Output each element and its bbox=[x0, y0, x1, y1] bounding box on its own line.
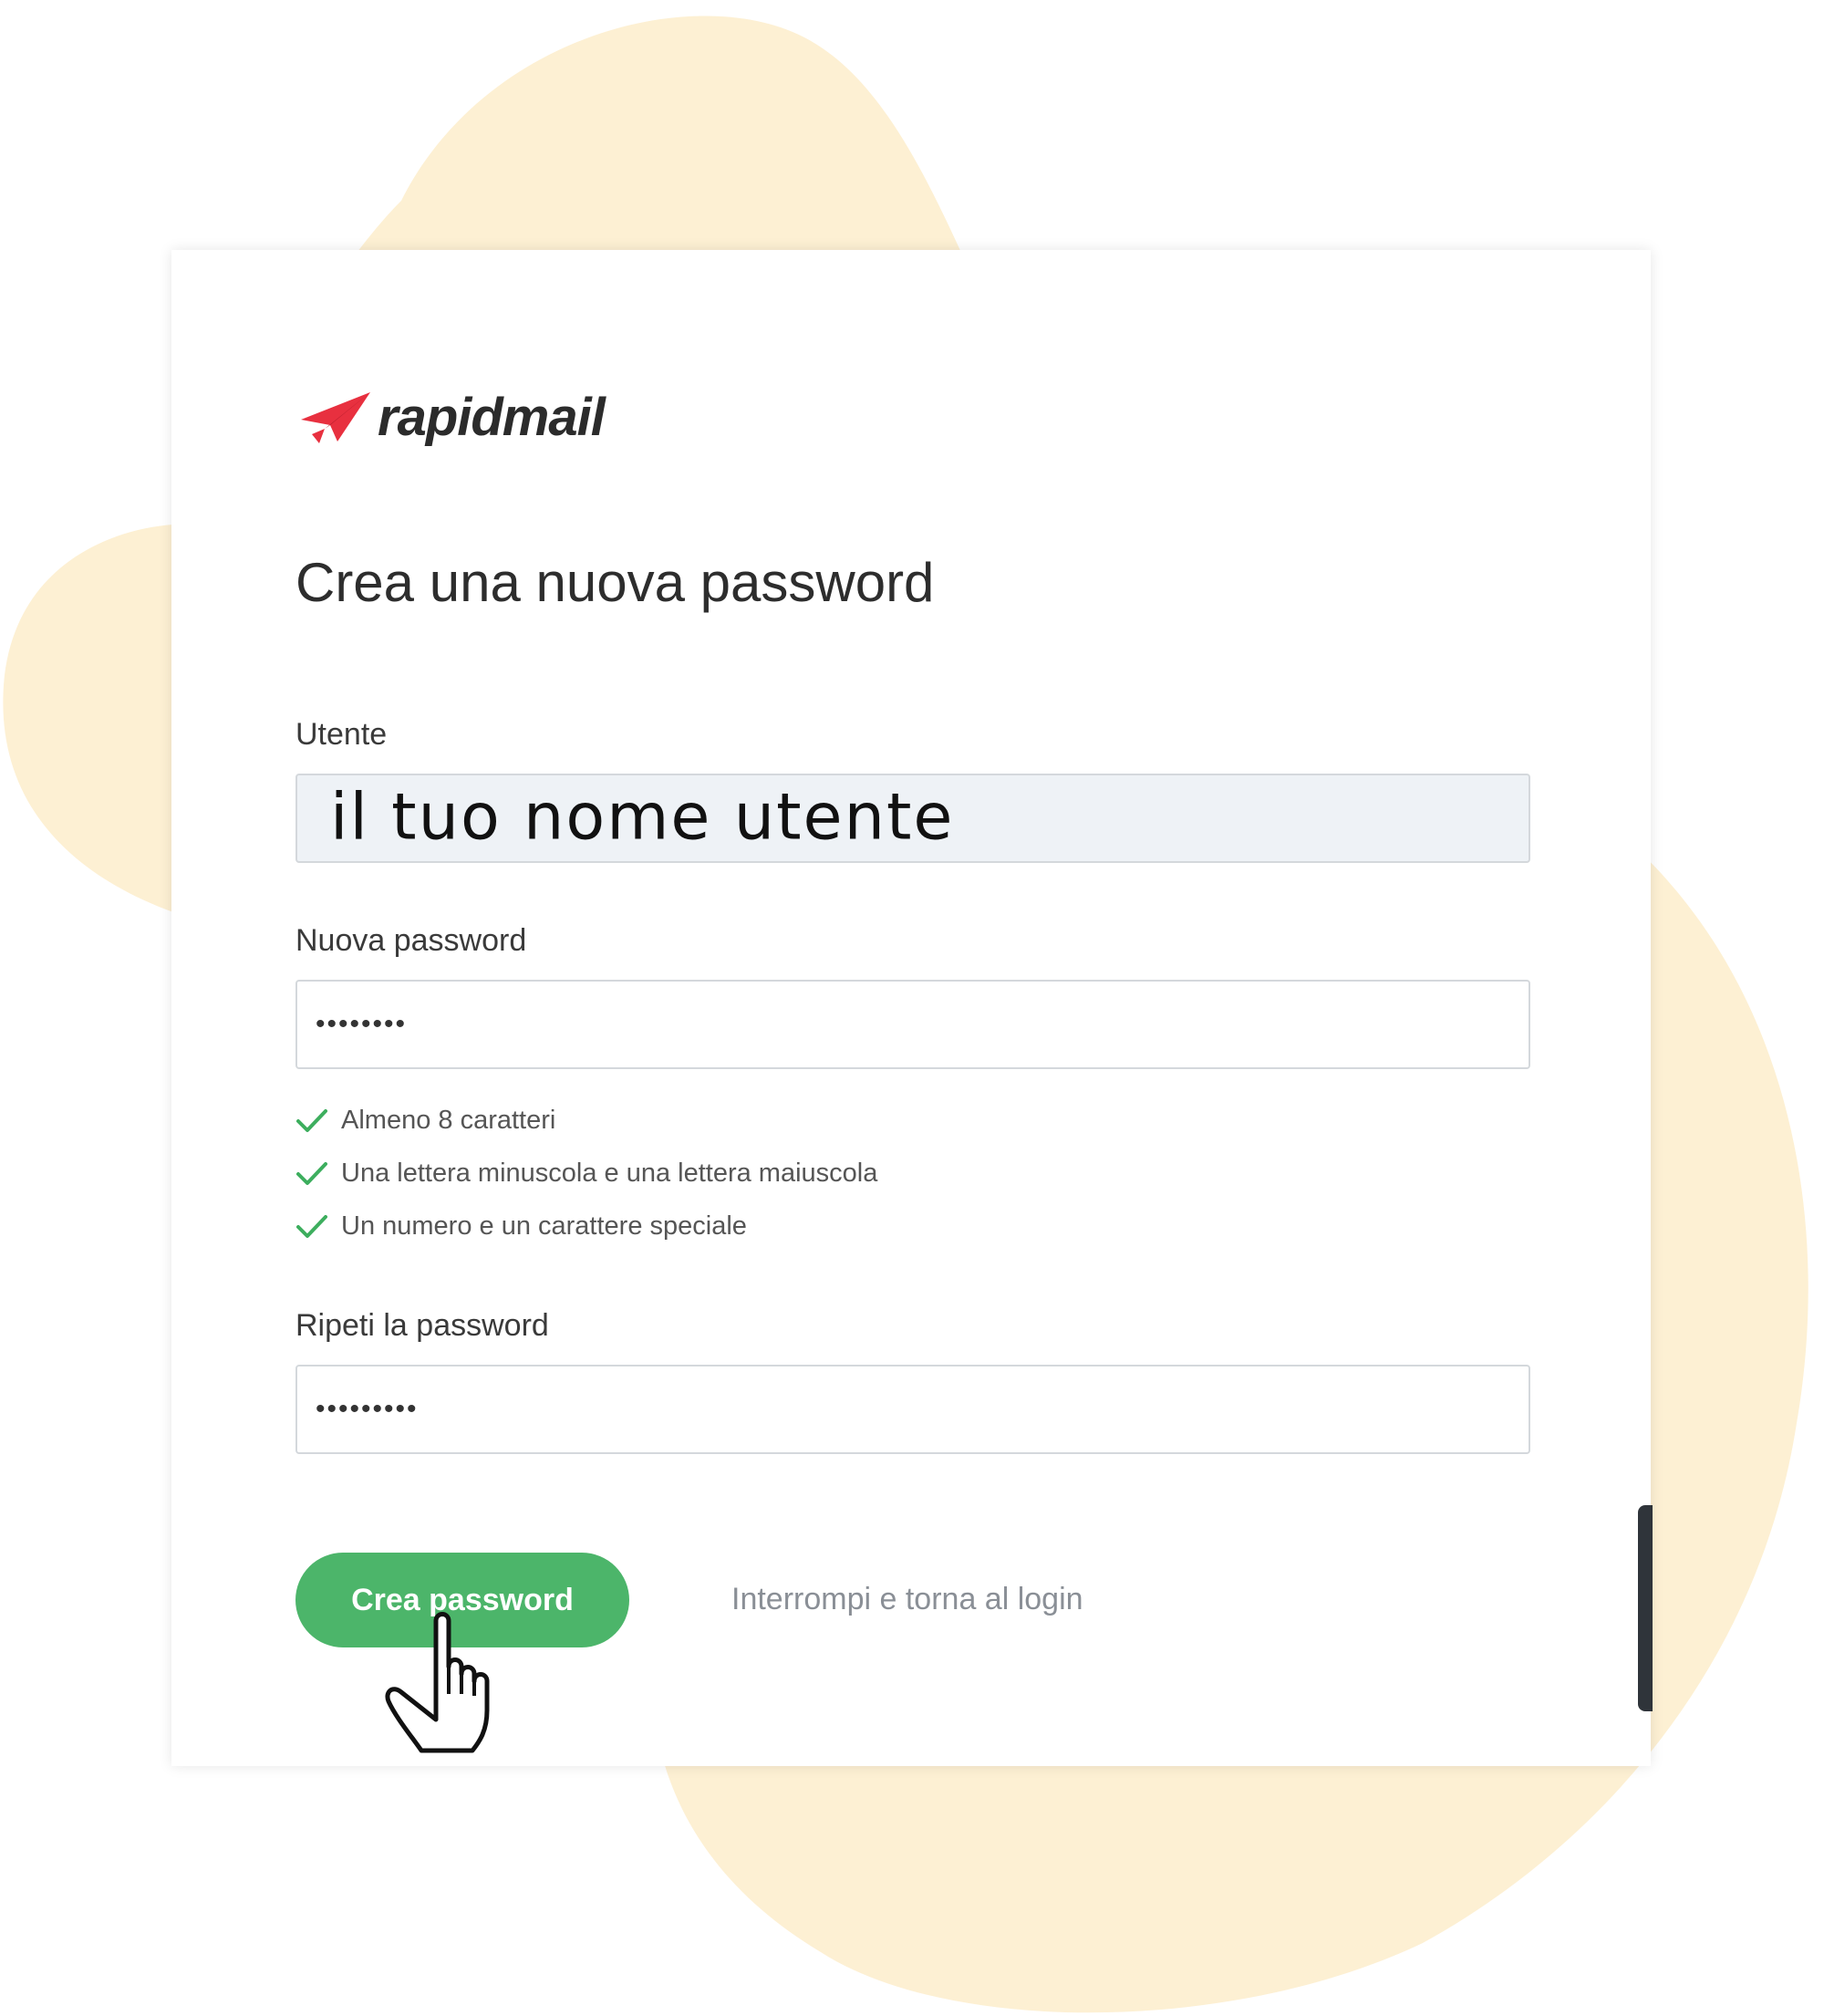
user-field[interactable]: il tuo nome utente bbox=[295, 774, 1530, 863]
check-icon bbox=[296, 1161, 327, 1185]
reset-password-card: rapidmail Crea una nuova password Utente… bbox=[171, 250, 1651, 1766]
requirement-item: Almeno 8 caratteri bbox=[295, 1106, 555, 1136]
repeat-password-value: ••••••••• bbox=[316, 1394, 419, 1424]
side-feedback-tab[interactable] bbox=[1638, 1505, 1653, 1711]
repeat-password-field[interactable]: ••••••••• bbox=[295, 1365, 1530, 1454]
new-password-label: Nuova password bbox=[295, 923, 527, 958]
new-password-field[interactable]: •••••••• bbox=[295, 980, 1530, 1069]
new-password-value: •••••••• bbox=[316, 1009, 408, 1039]
requirement-item: Un numero e un carattere speciale bbox=[295, 1211, 747, 1242]
requirement-text: Almeno 8 caratteri bbox=[341, 1106, 556, 1135]
requirement-item: Una lettera minuscola e una lettera maiu… bbox=[295, 1159, 877, 1189]
paper-plane-icon bbox=[301, 392, 370, 443]
requirement-text: Un numero e un carattere speciale bbox=[341, 1211, 747, 1241]
user-label: Utente bbox=[295, 717, 388, 752]
cancel-to-login-link[interactable]: Interrompi e torna al login bbox=[731, 1582, 1083, 1617]
user-field-value: il tuo nome utente bbox=[330, 779, 955, 855]
check-icon bbox=[296, 1214, 327, 1238]
repeat-password-label: Ripeti la password bbox=[295, 1308, 549, 1343]
brand-name: rapidmail bbox=[378, 387, 606, 447]
page-title: Crea una nuova password bbox=[295, 552, 935, 613]
requirement-text: Una lettera minuscola e una lettera maiu… bbox=[341, 1159, 878, 1188]
hand-pointer-icon bbox=[385, 1612, 490, 1753]
brand-logo: rapidmail bbox=[299, 385, 606, 449]
check-icon bbox=[296, 1108, 327, 1132]
